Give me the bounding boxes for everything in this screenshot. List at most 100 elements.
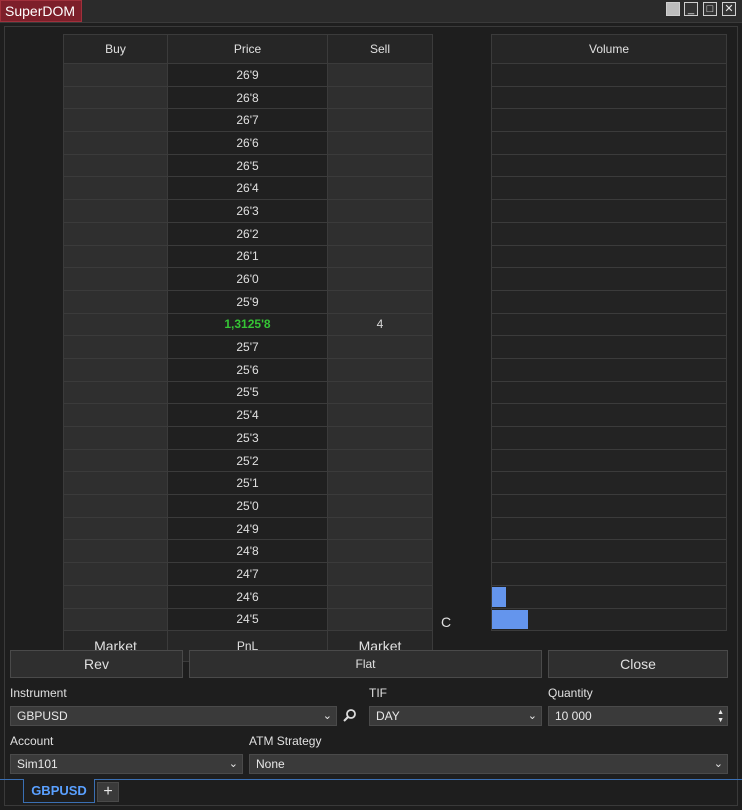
ladder-row: 26'1 [63,244,433,269]
buy-cell[interactable] [63,471,168,496]
instrument-label: Instrument [10,686,67,700]
sell-cell[interactable] [327,63,433,87]
sell-cell[interactable] [327,131,433,155]
spin-up-icon[interactable]: ▲ [717,709,724,716]
ladder-row: 26'7 [63,108,433,133]
sell-cell[interactable] [327,357,433,382]
sell-cell[interactable] [327,108,433,133]
buy-cell[interactable] [63,289,168,314]
buy-cell[interactable] [63,516,168,541]
sell-cell[interactable] [327,448,433,473]
buy-cell[interactable] [63,312,168,337]
buy-cell[interactable] [63,108,168,133]
close-position-button[interactable]: Close [548,650,728,678]
volume-row [491,289,727,314]
buy-cell[interactable] [63,199,168,223]
buy-header: Buy [63,34,168,64]
volume-row [491,426,727,450]
sell-cell[interactable] [327,267,433,291]
buy-cell[interactable] [63,380,168,405]
sell-cell[interactable] [327,516,433,541]
sell-cell[interactable] [327,403,433,427]
buy-cell[interactable] [63,176,168,201]
reverse-button[interactable]: Rev [10,650,183,678]
ladder-row: 25'4 [63,403,433,427]
sell-cell[interactable] [327,562,433,586]
sell-cell[interactable] [327,426,433,450]
buy-cell[interactable] [63,131,168,155]
close-window-button[interactable]: ✕ [722,2,736,16]
volume-column: Volume [491,34,727,632]
price-cell: 26'8 [167,85,328,110]
search-icon[interactable] [342,707,358,725]
volume-cell [491,108,727,133]
minimize-button[interactable]: _ [684,2,698,16]
flatten-button[interactable]: Flat [189,650,542,678]
chevron-down-icon: ⌄ [228,758,238,770]
buy-cell[interactable] [63,244,168,269]
sell-cell[interactable]: 4 [327,312,433,337]
buy-cell[interactable] [63,357,168,382]
sell-cell[interactable] [327,471,433,496]
sell-cell[interactable] [327,335,433,359]
price-cell: 26'3 [167,199,328,223]
sell-cell[interactable] [327,539,433,564]
buy-cell[interactable] [63,539,168,564]
instrument-select[interactable]: GBPUSD ⌄ [10,706,337,726]
buy-cell[interactable] [63,267,168,291]
ladder-row: 26'5 [63,153,433,178]
buy-cell[interactable] [63,607,168,632]
volume-cell [491,221,727,246]
sell-cell[interactable] [327,494,433,518]
sell-cell[interactable] [327,244,433,269]
sell-cell[interactable] [327,380,433,405]
sell-cell[interactable] [327,85,433,110]
volume-cell [491,516,727,541]
volume-cell [491,312,727,337]
buy-cell[interactable] [63,221,168,246]
price-cell: 26'4 [167,176,328,201]
buy-cell[interactable] [63,403,168,427]
sell-cell[interactable] [327,176,433,201]
ladder-row: 25'2 [63,448,433,473]
volume-row [491,584,727,609]
sell-cell[interactable] [327,607,433,632]
buy-cell[interactable] [63,153,168,178]
buy-cell[interactable] [63,63,168,87]
buy-cell[interactable] [63,426,168,450]
sell-cell[interactable] [327,289,433,314]
spin-down-icon[interactable]: ▼ [717,717,724,724]
tif-select[interactable]: DAY ⌄ [369,706,542,726]
account-label: Account [10,734,54,748]
price-cell: 26'0 [167,267,328,291]
price-cell: 26'5 [167,153,328,178]
buy-cell[interactable] [63,494,168,518]
sell-cell[interactable] [327,199,433,223]
buy-cell[interactable] [63,448,168,473]
maximize-button[interactable]: □ [703,2,717,16]
volume-cell [491,335,727,359]
buy-cell[interactable] [63,335,168,359]
volume-cell [491,267,727,291]
atm-strategy-value: None [256,757,285,771]
tab-gbpusd[interactable]: GBPUSD [23,779,95,803]
quantity-stepper[interactable]: 10 000 ▲ ▼ [548,706,728,726]
volume-cell [491,176,727,201]
atm-strategy-select[interactable]: None ⌄ [249,754,728,774]
cancel-all-button[interactable]: C [441,614,451,630]
volume-row [491,562,727,586]
sell-cell[interactable] [327,153,433,178]
buy-cell[interactable] [63,562,168,586]
account-select[interactable]: Sim101 ⌄ [10,754,243,774]
add-tab-button[interactable]: + [97,782,119,802]
volume-cell [491,244,727,269]
ladder-row: 1,3125'8 4 [63,312,433,337]
volume-cell [491,494,727,518]
sell-cell[interactable] [327,584,433,609]
volume-cell [491,63,727,87]
sell-cell[interactable] [327,221,433,246]
buy-cell[interactable] [63,85,168,110]
volume-row [491,221,727,246]
restore-icon[interactable] [666,2,680,16]
buy-cell[interactable] [63,584,168,609]
